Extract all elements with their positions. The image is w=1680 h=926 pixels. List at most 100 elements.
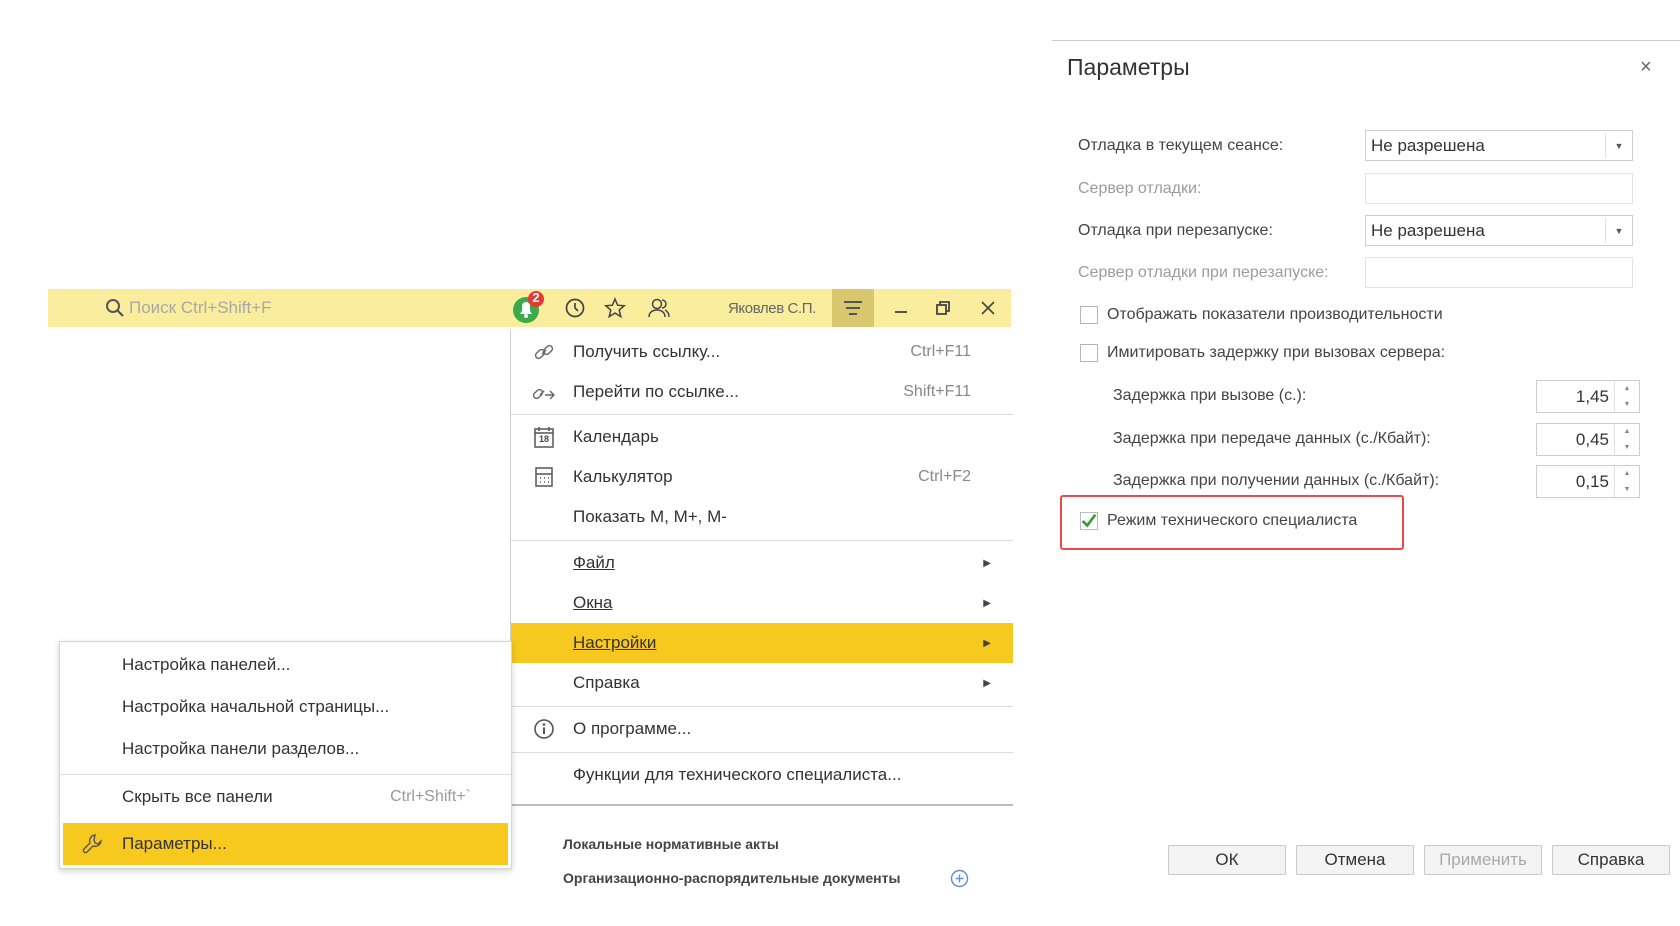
submenu-arrow-icon: ▶ — [983, 637, 991, 649]
spinner-icon[interactable]: ▲ ▼ — [1614, 466, 1639, 497]
delay-receive-label: Задержка при получении данных (с./Кбайт)… — [1113, 472, 1440, 489]
menu-item-get-link[interactable]: Получить ссылку... Ctrl+F11 — [511, 332, 1013, 372]
ok-button[interactable]: ОК — [1168, 845, 1286, 875]
user-name[interactable]: Яковлев С.П. — [728, 289, 816, 327]
dropdown-arrow-icon[interactable]: ▼ — [1605, 133, 1632, 158]
menu-separator — [511, 706, 1013, 707]
minimize-icon — [893, 300, 909, 316]
follow-link-icon — [531, 379, 557, 405]
help-button[interactable]: Справка — [1552, 845, 1670, 875]
submenu-item-panels[interactable]: Настройка панелей... — [60, 645, 511, 685]
menu-item-label: Окна — [573, 593, 613, 612]
cancel-button[interactable]: Отмена — [1296, 845, 1414, 875]
menu-item-calculator[interactable]: Калькулятор Ctrl+F2 — [511, 457, 1013, 497]
debug-restart-server-label: Сервер отладки при перезапуске: — [1078, 264, 1329, 281]
close-window-button[interactable] — [973, 289, 1003, 327]
select-value: Не разрешена — [1371, 221, 1485, 240]
dialog-top-border — [1052, 40, 1680, 41]
bell-icon: 2 — [511, 290, 545, 325]
user-button[interactable] — [644, 289, 674, 327]
delay-call-label: Задержка при вызове (с.): — [1113, 387, 1307, 404]
restore-button[interactable] — [928, 289, 958, 327]
menu-separator — [511, 414, 1013, 415]
delay-call-input[interactable]: 1,45 ▲ ▼ — [1536, 380, 1640, 413]
submenu-item-label: Настройка панелей... — [122, 655, 291, 674]
delay-send-input[interactable]: 0,45 ▲ ▼ — [1536, 423, 1640, 456]
menu-item-file[interactable]: Файл ▶ — [511, 543, 1013, 583]
background-link[interactable]: Организационно-распорядительные документ… — [563, 870, 900, 886]
main-menu-button[interactable] — [832, 289, 874, 327]
menu-item-help[interactable]: Справка ▶ — [511, 663, 1013, 703]
debug-server-input[interactable] — [1365, 173, 1633, 204]
top-toolbar: Поиск Ctrl+Shift+F 2 Яковлев С.П. — [48, 289, 1011, 327]
delay-send-label: Задержка при передаче данных (с./Кбайт): — [1113, 430, 1431, 447]
submenu-separator — [60, 774, 511, 775]
menu-item-settings[interactable]: Настройки ▶ — [511, 623, 1013, 663]
submenu-item-parameters[interactable]: Параметры... — [63, 823, 508, 865]
submenu-item-sections-panel[interactable]: Настройка панели разделов... — [60, 729, 511, 769]
submenu-item-label: Параметры... — [122, 834, 227, 853]
tech-mode-checkbox[interactable] — [1080, 511, 1098, 531]
menu-item-label: Настройки — [573, 633, 657, 652]
restore-icon — [935, 300, 951, 316]
dialog-title: Параметры — [1067, 54, 1190, 80]
checkmark-icon — [1080, 511, 1098, 531]
debug-server-label: Сервер отладки: — [1078, 180, 1202, 197]
number-value: 1,45 — [1575, 387, 1609, 406]
search-icon — [105, 298, 125, 318]
spinner-icon[interactable]: ▲ ▼ — [1614, 424, 1639, 455]
dropdown-arrow-icon[interactable]: ▼ — [1605, 218, 1632, 243]
tech-mode-label: Режим технического специалиста — [1107, 512, 1358, 529]
menu-item-shortcut: Shift+F11 — [903, 383, 971, 400]
minimize-button[interactable] — [886, 289, 916, 327]
background-link[interactable]: Локальные нормативные акты — [563, 836, 779, 852]
menu-item-label: Функции для технического специалиста... — [573, 765, 902, 784]
menu-item-shortcut: Ctrl+F11 — [910, 343, 971, 360]
history-icon — [564, 297, 586, 319]
menu-item-label: Показать M, M+, M- — [573, 507, 727, 526]
calculator-icon — [531, 464, 557, 490]
perf-checkbox[interactable] — [1080, 306, 1098, 324]
menu-icon — [842, 299, 864, 317]
submenu-item-label: Скрыть все панели — [122, 787, 273, 806]
settings-submenu: Настройка панелей... Настройка начальной… — [59, 641, 512, 869]
menu-item-show-memory[interactable]: Показать M, M+, M- — [511, 497, 1013, 537]
add-icon[interactable] — [950, 869, 969, 893]
menu-item-label: Калькулятор — [573, 467, 673, 486]
submenu-item-label: Настройка начальной страницы... — [122, 697, 390, 716]
spinner-icon[interactable]: ▲ ▼ — [1614, 381, 1639, 412]
dialog-close-button[interactable]: × — [1640, 56, 1652, 79]
debug-restart-server-input[interactable] — [1365, 257, 1633, 288]
search-input[interactable]: Поиск Ctrl+Shift+F — [105, 293, 528, 323]
menu-separator — [511, 540, 1013, 541]
submenu-arrow-icon: ▶ — [983, 557, 991, 569]
delay-checkbox[interactable] — [1080, 344, 1098, 362]
number-value: 0,45 — [1575, 430, 1609, 449]
favorites-button[interactable] — [600, 289, 630, 327]
debug-session-select[interactable]: Не разрешена ▼ — [1365, 130, 1633, 161]
debug-session-label: Отладка в текущем сеансе: — [1078, 137, 1284, 154]
menu-item-about[interactable]: О программе... — [511, 709, 1013, 749]
history-button[interactable] — [560, 289, 590, 327]
apply-button[interactable]: Применить — [1424, 845, 1542, 875]
perf-checkbox-label: Отображать показатели производительности — [1107, 306, 1443, 323]
menu-item-tech-functions[interactable]: Функции для технического специалиста... — [511, 755, 1013, 795]
menu-item-calendar[interactable]: 18 Календарь — [511, 417, 1013, 457]
delay-checkbox-label: Имитировать задержку при вызовах сервера… — [1107, 344, 1446, 361]
menu-item-label: Календарь — [573, 427, 659, 446]
info-icon — [531, 716, 557, 742]
menu-item-label: Перейти по ссылке... — [573, 382, 739, 401]
wrench-icon — [82, 833, 104, 855]
menu-separator — [511, 752, 1013, 753]
number-value: 0,15 — [1575, 472, 1609, 491]
submenu-item-hide-panels[interactable]: Скрыть все панели Ctrl+Shift+` — [60, 777, 511, 817]
star-icon — [604, 297, 626, 319]
menu-item-label: Файл — [573, 553, 615, 572]
menu-item-windows[interactable]: Окна ▶ — [511, 583, 1013, 623]
delay-receive-input[interactable]: 0,15 ▲ ▼ — [1536, 465, 1640, 498]
notifications-button[interactable]: 2 — [508, 289, 548, 327]
submenu-item-start-page[interactable]: Настройка начальной страницы... — [60, 687, 511, 727]
menu-item-follow-link[interactable]: Перейти по ссылке... Shift+F11 — [511, 372, 1013, 412]
calendar-icon: 18 — [531, 424, 557, 450]
debug-restart-select[interactable]: Не разрешена ▼ — [1365, 215, 1633, 246]
